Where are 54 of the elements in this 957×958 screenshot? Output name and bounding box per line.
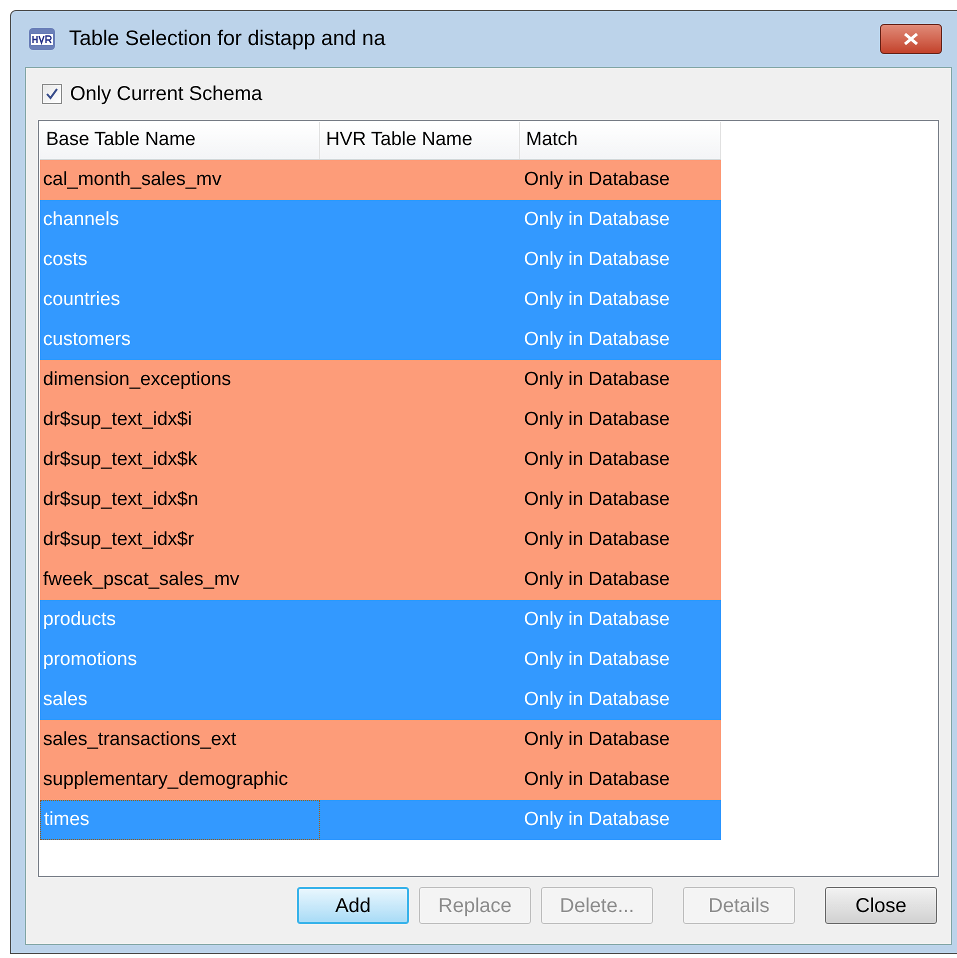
- table-cell-text: Only in Database: [523, 688, 671, 712]
- column-header[interactable]: Base Table Name: [40, 122, 320, 159]
- table-cell-text: Only in Database: [523, 208, 671, 232]
- table-cell-text: Only in Database: [523, 328, 671, 352]
- table-cell-text: countries: [42, 288, 122, 312]
- table-cell-text: Only in Database: [523, 248, 671, 272]
- table-cell-text: Only in Database: [523, 288, 671, 312]
- table-cell-text: dr$sup_text_idx$k: [42, 448, 198, 472]
- table-cell-text: fweek_pscat_sales_mv: [42, 568, 240, 592]
- table-cell-text: Only in Database: [523, 368, 671, 392]
- table-cell-text: dr$sup_text_idx$r: [42, 528, 196, 552]
- schema-checkbox[interactable]: [42, 84, 62, 104]
- app-logo-icon: [27, 26, 57, 52]
- dialog-button[interactable]: Add: [297, 887, 409, 924]
- table-row[interactable]: dr$sup_text_idx$r Only in Database: [40, 520, 721, 560]
- table-cell-text: sales_transactions_ext: [42, 728, 238, 752]
- table-cell-text: Only in Database: [523, 648, 671, 672]
- table-cell-text: Only in Database: [523, 768, 671, 792]
- column-header[interactable]: HVR Table Name: [320, 122, 520, 159]
- dialog-button[interactable]: Close: [825, 887, 937, 924]
- table-row[interactable]: fweek_pscat_sales_mv Only in Database: [40, 560, 721, 600]
- table-row[interactable]: supplementary_demographic Only in Database: [40, 760, 721, 800]
- table-cell-text: dr$sup_text_idx$i: [42, 408, 193, 432]
- table-cell-text: channels: [42, 208, 120, 232]
- table-cell-text: cal_month_sales_mv: [42, 168, 222, 192]
- table-cell-text: costs: [42, 248, 88, 272]
- window-title: Table Selection for distapp and na: [69, 26, 386, 52]
- table-cell-text: dimension_exceptions: [42, 368, 232, 392]
- table-cell-text: Only in Database: [523, 808, 671, 832]
- table-cell-text: Only in Database: [523, 168, 671, 192]
- table-row[interactable]: dr$sup_text_idx$k Only in Database: [40, 440, 721, 480]
- table-cell-text: Only in Database: [523, 528, 671, 552]
- table-cell-text: sales: [42, 688, 88, 712]
- schema-label: Only Current Schema: [70, 82, 262, 107]
- table-cell-text: products: [42, 608, 117, 632]
- close-button[interactable]: [880, 24, 942, 54]
- table-cell-text: Only in Database: [523, 568, 671, 592]
- table-row[interactable]: cal_month_sales_mv Only in Database: [40, 160, 721, 200]
- table-row[interactable]: dr$sup_text_idx$i Only in Database: [40, 400, 721, 440]
- column-header[interactable]: Match: [520, 122, 721, 159]
- table-cell-text: customers: [42, 328, 132, 352]
- table-cell-text: supplementary_demographic: [42, 768, 290, 792]
- table-row[interactable]: sales_transactions_ext Only in Database: [40, 720, 721, 760]
- table-cell-text: Only in Database: [523, 488, 671, 512]
- table-cell-text: Only in Database: [523, 408, 671, 432]
- close-icon: [902, 32, 920, 46]
- table-cell-text: Only in Database: [523, 728, 671, 752]
- table-row[interactable]: dimension_exceptions Only in Database: [40, 360, 721, 400]
- table-row[interactable]: dr$sup_text_idx$n Only in Database: [40, 480, 721, 520]
- table-cell-text: Only in Database: [523, 608, 671, 632]
- table-cell: times: [40, 800, 320, 840]
- table-cell-text: promotions: [42, 648, 138, 672]
- table-cell-text: Only in Database: [523, 448, 671, 472]
- table-cell-text: dr$sup_text_idx$n: [42, 488, 200, 512]
